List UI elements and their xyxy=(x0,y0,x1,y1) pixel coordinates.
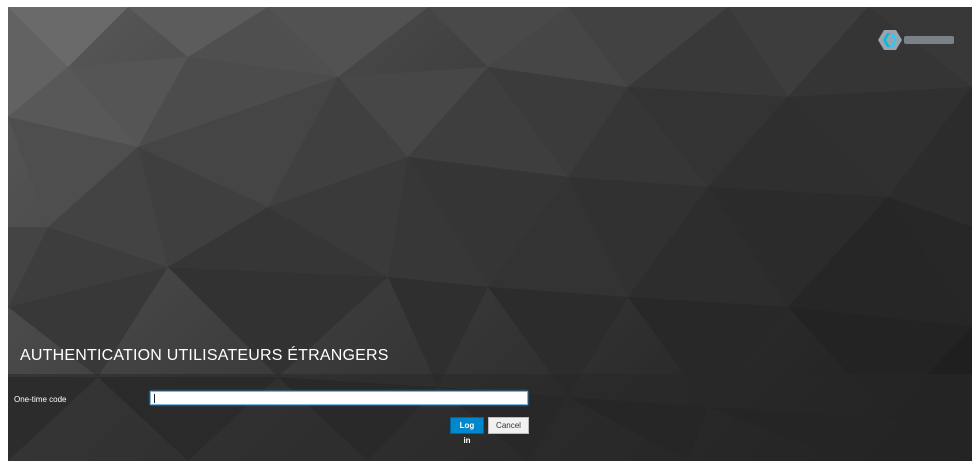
page-title: AUTHENTICATION UTILISATEURS ÉTRANGERS xyxy=(20,347,389,364)
cancel-button[interactable]: Cancel xyxy=(488,417,529,434)
otp-label: One-time code xyxy=(14,395,67,404)
login-button[interactable]: Log in xyxy=(450,417,484,445)
text-cursor xyxy=(154,394,155,403)
otp-input[interactable] xyxy=(150,391,528,405)
keycloak-logo-icon xyxy=(878,30,954,50)
